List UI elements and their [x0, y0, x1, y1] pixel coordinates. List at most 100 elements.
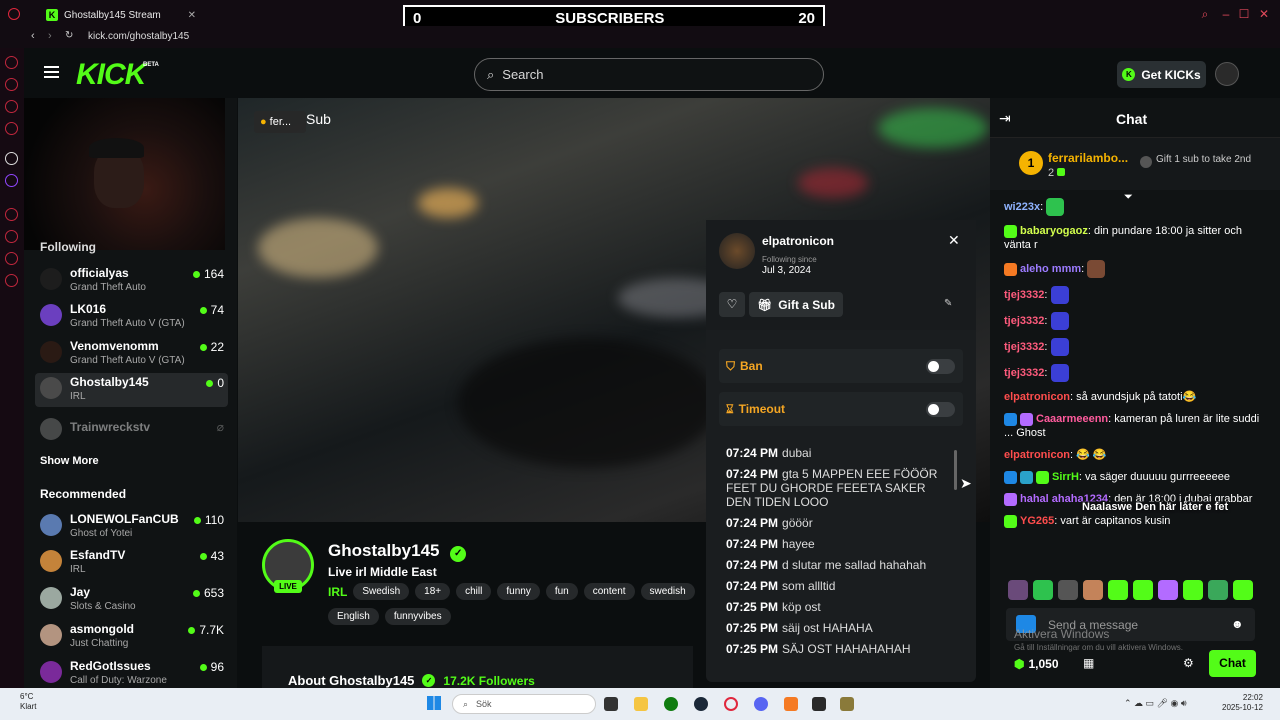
chat-username[interactable]: tjej3332 [1004, 315, 1044, 327]
chat-username[interactable]: elpatronicon [1004, 449, 1070, 461]
sidebar-channel[interactable]: Venomvenomm Grand Theft Auto V (GTA) 22 [38, 337, 228, 371]
emote-icon[interactable] [1158, 580, 1178, 600]
tag-pill[interactable]: swedish [640, 583, 695, 600]
emote-icon[interactable] [1233, 580, 1253, 600]
sidebar-channel[interactable]: LONEWOLFanCUB Ghost of Yotei 110 [38, 510, 228, 544]
menu-icon[interactable] [44, 66, 59, 78]
chat-username[interactable]: SirrH [1052, 471, 1079, 483]
sidebar-icon-5[interactable] [5, 152, 18, 165]
sidebar-icon-3[interactable] [5, 100, 18, 113]
opera-logo-icon[interactable] [8, 8, 20, 20]
heart-icon[interactable]: ♡ [719, 292, 745, 317]
search-tabs-icon[interactable]: ⌕ [1199, 8, 1211, 20]
user-avatar[interactable] [1215, 62, 1239, 86]
emote-icon[interactable] [1008, 580, 1028, 600]
sidebar-channel[interactable]: Jay Slots & Casino 653 [38, 583, 228, 617]
kick-logo[interactable]: KICK [76, 58, 146, 92]
weather-widget[interactable]: 6°C Klart [20, 692, 36, 712]
chat-username[interactable]: YG265 [1020, 515, 1054, 527]
reload-icon[interactable]: ↻ [65, 30, 73, 41]
search-input[interactable]: ⌕ Search [474, 58, 824, 91]
close-tab-icon[interactable]: ✕ [188, 10, 196, 21]
file-explorer-icon[interactable] [634, 697, 648, 711]
chat-username[interactable]: elpatronicon [1004, 391, 1070, 403]
get-kicks-button[interactable]: K Get KICKs [1117, 61, 1206, 88]
back-icon[interactable]: ‹ [31, 30, 35, 42]
discord-icon[interactable] [754, 697, 768, 711]
sidebar-icon-4[interactable] [5, 122, 18, 135]
leader-name[interactable]: ferrarilambo... [1048, 151, 1128, 165]
task-view-icon[interactable] [604, 697, 618, 711]
tag-pill[interactable]: Swedish [353, 583, 410, 600]
gift-sub-button[interactable]: 🎁︎ Gift a Sub [749, 292, 843, 317]
user-card-name[interactable]: elpatronicon [762, 234, 834, 248]
tag-pill[interactable]: funny [497, 583, 540, 600]
windows-start-icon[interactable] [427, 696, 441, 710]
sidebar-icon-7[interactable] [5, 208, 18, 221]
tag-pill[interactable]: funnyvibes [384, 608, 451, 625]
sidebar-icon-8[interactable] [5, 230, 18, 243]
forward-icon[interactable]: › [48, 30, 52, 42]
sidebar-channel-active[interactable]: Ghostalby145 IRL 0 [35, 373, 228, 407]
sidebar-icon-9[interactable] [5, 252, 18, 265]
emote-icon[interactable] [1208, 580, 1228, 600]
chat-username[interactable]: tjej3332 [1004, 341, 1044, 353]
emote-icon[interactable] [1183, 580, 1203, 600]
sidebar-channel-offline[interactable]: Trainwreckstv ⌀ [38, 414, 228, 448]
browser-tab[interactable]: K Ghostalby145 Stream ✕ [46, 6, 196, 24]
sidebar-icon-1[interactable] [5, 56, 18, 69]
send-chat-button[interactable]: Chat [1209, 650, 1256, 677]
sidebar-icon-2[interactable] [5, 78, 18, 91]
sidebar-channel[interactable]: EsfandTV IRL 43 [38, 546, 228, 580]
chat-username[interactable]: tjej3332 [1004, 289, 1044, 301]
minimize-icon[interactable]: – [1220, 8, 1232, 20]
close-window-icon[interactable]: ✕ [1258, 8, 1270, 20]
timeout-toggle[interactable] [926, 402, 955, 417]
chat-username[interactable]: babaryogaoz [1020, 225, 1088, 237]
category-link[interactable]: IRL [328, 585, 347, 599]
tray-icons[interactable]: ⌃ ☁ ▭ 🎤︎ ◉ 🔊︎ [1124, 698, 1187, 709]
chat-username[interactable]: tjej3332 [1004, 367, 1044, 379]
gift-box-icon[interactable]: ▦ [1083, 656, 1094, 670]
sidebar-channel[interactable]: asmongold Just Chatting 7.7K [38, 620, 228, 654]
sidebar-channel[interactable]: officialyas Grand Theft Auto 164 [38, 264, 228, 298]
emote-icon[interactable] [1133, 580, 1153, 600]
pin-icon[interactable]: ✎ [944, 298, 952, 309]
ban-toggle[interactable] [926, 359, 955, 374]
twitch-icon[interactable] [5, 174, 18, 187]
emote-icon[interactable] [1033, 580, 1053, 600]
chat-username[interactable]: wi223x [1004, 201, 1040, 213]
streamer-name[interactable]: Ghostalby145 ✓ [328, 541, 467, 562]
kick-app-icon[interactable] [812, 697, 826, 711]
chat-username[interactable]: Caaarmeeenn [1036, 413, 1108, 425]
sidebar-channel[interactable]: RedGotIssues Call of Duty: Warzone 96 [38, 657, 228, 691]
emoji-picker-icon[interactable]: ☻ [1231, 617, 1244, 631]
tag-pill[interactable]: 18+ [415, 583, 451, 600]
chat-settings-icon[interactable]: ⚙ [1183, 656, 1194, 670]
taskbar-clock[interactable]: 22:02 2025-10-12 [1222, 693, 1263, 713]
emote-icon[interactable] [1058, 580, 1078, 600]
chat-username[interactable]: aleho mmm [1020, 263, 1081, 275]
close-icon[interactable]: ✕ [948, 232, 960, 249]
leader-count-number: 2 [1048, 167, 1055, 179]
taskbar-search[interactable]: ⌕ Sök [452, 694, 596, 714]
settings-icon[interactable] [5, 274, 18, 287]
app-icon-2[interactable] [840, 697, 854, 711]
tag-pill[interactable]: content [583, 583, 635, 600]
emote-icon[interactable] [1083, 580, 1103, 600]
show-more-link[interactable]: Show More [40, 455, 99, 467]
opera-icon[interactable] [724, 697, 738, 711]
app-icon[interactable] [784, 697, 798, 711]
sidebar-channel[interactable]: LK016 Grand Theft Auto V (GTA) 74 [38, 300, 228, 334]
log-scrollbar[interactable] [954, 450, 957, 490]
tag-pill[interactable]: chill [456, 583, 492, 600]
collapse-chat-icon[interactable]: ⇥ [999, 110, 1011, 127]
steam-icon[interactable] [694, 697, 708, 711]
tag-pill[interactable]: English [328, 608, 379, 625]
url-field[interactable]: kick.com/ghostalby145 [88, 31, 189, 42]
kick-points[interactable]: ⬢ 1,050 [1014, 657, 1059, 671]
maximize-icon[interactable]: ☐ [1238, 8, 1250, 20]
tag-pill[interactable]: fun [545, 583, 578, 600]
emote-icon[interactable] [1108, 580, 1128, 600]
xbox-icon[interactable] [664, 697, 678, 711]
